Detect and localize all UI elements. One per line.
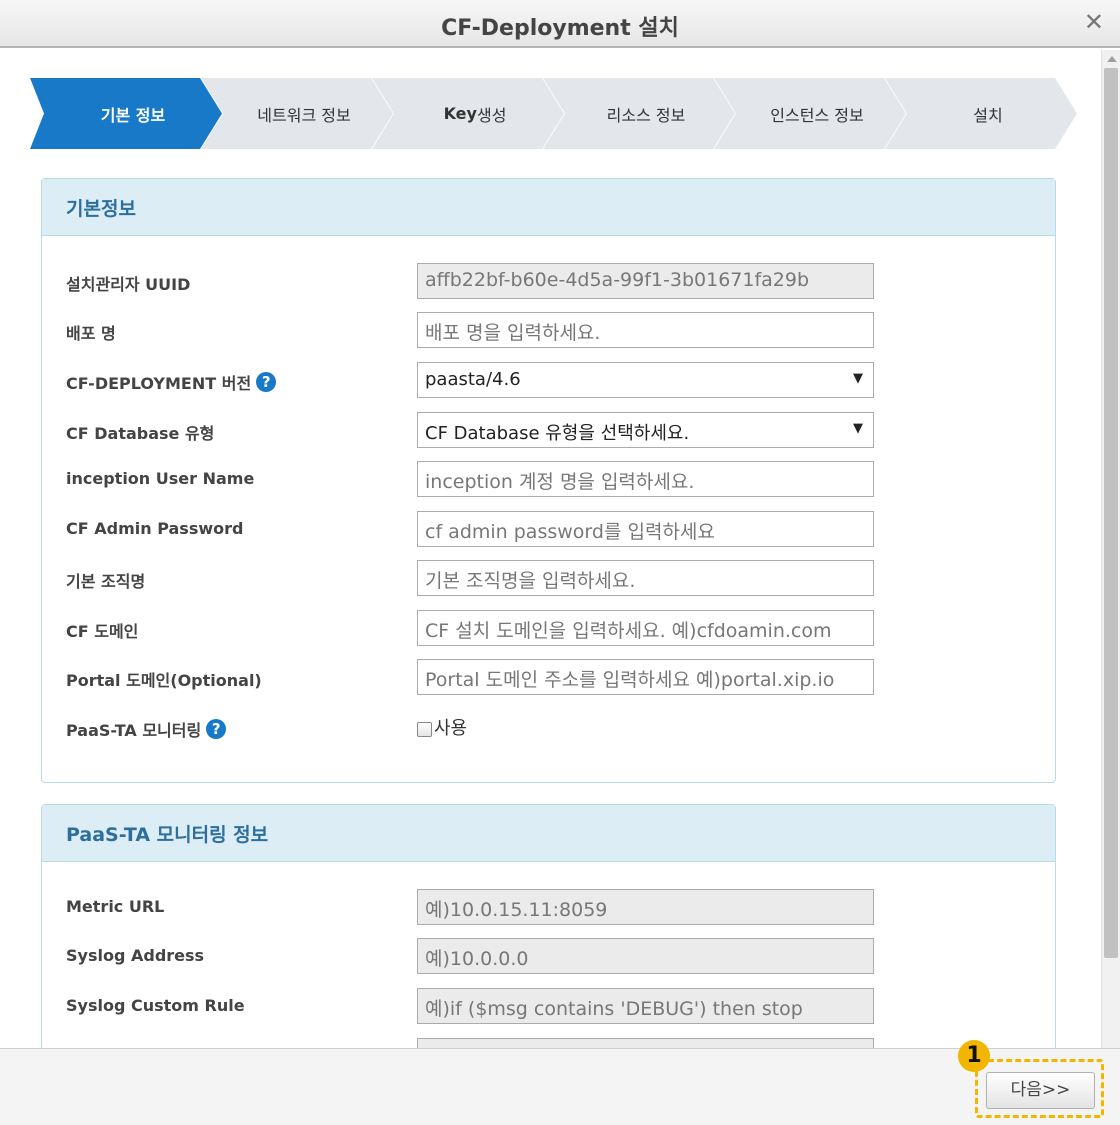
step-install[interactable]: 설치 [885, 78, 1077, 149]
metric-url-input[interactable]: 예)10.0.15.11:8059 [417, 889, 874, 925]
dialog-title: CF-Deployment 설치 [441, 16, 679, 41]
dropdown-arrow-icon: ▼ [853, 371, 863, 386]
step-instance-info[interactable]: 인스턴스 정보 [714, 78, 906, 149]
checkbox-icon[interactable] [417, 721, 432, 737]
deploy-name-input[interactable]: 배포 명을 입력하세요. [417, 312, 874, 348]
basic-info-header: 기본정보 [42, 179, 1055, 236]
cf-version-row: CF-DEPLOYMENT 버전 ? paasta/4.6 ▼ [66, 362, 1026, 398]
dialog-titlebar: CF-Deployment 설치 ✕ [0, 0, 1120, 48]
next-field-row [66, 1038, 1026, 1048]
vertical-scrollbar[interactable] [1101, 50, 1120, 1048]
admin-password-input[interactable]: cf admin password를 입력하세요 [417, 511, 874, 547]
scroll-up-icon[interactable] [1107, 56, 1117, 62]
db-type-select[interactable]: CF Database 유형을 선택하세요. ▼ [417, 412, 874, 448]
dropdown-arrow-icon: ▼ [853, 421, 863, 436]
wizard-steps: 기본 정보 네트워크 정보 Key 생성 리소스 정보 인스턴스 정보 설치 [30, 78, 1077, 149]
deploy-name-row: 배포 명 배포 명을 입력하세요. [66, 312, 1026, 348]
scrollbar-thumb[interactable] [1104, 68, 1118, 958]
cf-version-select[interactable]: paasta/4.6 ▼ [417, 362, 874, 398]
step-number-badge: 1 [958, 1040, 990, 1072]
step-basic-info[interactable]: 기본 정보 [30, 78, 222, 149]
step-network-info[interactable]: 네트워크 정보 [201, 78, 393, 149]
help-icon[interactable]: ? [206, 719, 227, 739]
cf-domain-input[interactable]: CF 설치 도메인을 입력하세요. 예)cfdoamin.com [417, 610, 874, 646]
inception-user-row: inception User Name inception 계정 명을 입력하세… [66, 461, 1026, 497]
monitoring-checkbox[interactable]: 사용 [417, 714, 467, 740]
uuid-row: 설치관리자 UUID affb22bf-b60e-4d5a-99f1-3b016… [66, 263, 1026, 299]
dialog-footer: 다음>> [0, 1048, 1120, 1125]
monitoring-row: PaaS-TA 모니터링 ? 사용 [66, 709, 1026, 745]
dialog-content: 기본 정보 네트워크 정보 Key 생성 리소스 정보 인스턴스 정보 설치 기… [0, 50, 1101, 1048]
close-icon[interactable]: ✕ [1084, 8, 1104, 36]
portal-domain-row: Portal 도메인(Optional) Portal 도메인 주소를 입력하세… [66, 659, 1026, 695]
help-icon[interactable]: ? [256, 372, 277, 392]
portal-domain-input[interactable]: Portal 도메인 주소를 입력하세요 예)portal.xip.io [417, 659, 874, 695]
inception-user-input[interactable]: inception 계정 명을 입력하세요. [417, 461, 874, 497]
next-button[interactable]: 다음>> [986, 1072, 1095, 1109]
syslog-rule-input[interactable]: 예)if ($msg contains 'DEBUG') then stop [417, 988, 874, 1024]
partial-input[interactable] [417, 1038, 874, 1048]
syslog-address-input[interactable]: 예)10.0.0.0 [417, 938, 874, 974]
org-name-input[interactable]: 기본 조직명을 입력하세요. [417, 560, 874, 596]
monitoring-info-header: PaaS-TA 모니터링 정보 [42, 805, 1055, 862]
cf-domain-row: CF 도메인 CF 설치 도메인을 입력하세요. 예)cfdoamin.com [66, 610, 1026, 646]
step-resource-info[interactable]: 리소스 정보 [543, 78, 735, 149]
monitoring-info-panel: PaaS-TA 모니터링 정보 Metric URL 예)10.0.15.11:… [41, 804, 1056, 1048]
db-type-row: CF Database 유형 CF Database 유형을 선택하세요. ▼ [66, 412, 1026, 448]
metric-url-row: Metric URL 예)10.0.15.11:8059 [66, 889, 1026, 925]
basic-info-panel: 기본정보 설치관리자 UUID affb22bf-b60e-4d5a-99f1-… [41, 178, 1056, 783]
admin-password-row: CF Admin Password cf admin password를 입력하… [66, 511, 1026, 547]
syslog-rule-row: Syslog Custom Rule 예)if ($msg contains '… [66, 988, 1026, 1024]
uuid-field[interactable]: affb22bf-b60e-4d5a-99f1-3b01671fa29b [417, 263, 874, 299]
syslog-address-row: Syslog Address 예)10.0.0.0 [66, 938, 1026, 974]
step-key-generation[interactable]: Key 생성 [372, 78, 564, 149]
next-button-highlight: 다음>> [975, 1059, 1104, 1118]
org-name-row: 기본 조직명 기본 조직명을 입력하세요. [66, 560, 1026, 596]
